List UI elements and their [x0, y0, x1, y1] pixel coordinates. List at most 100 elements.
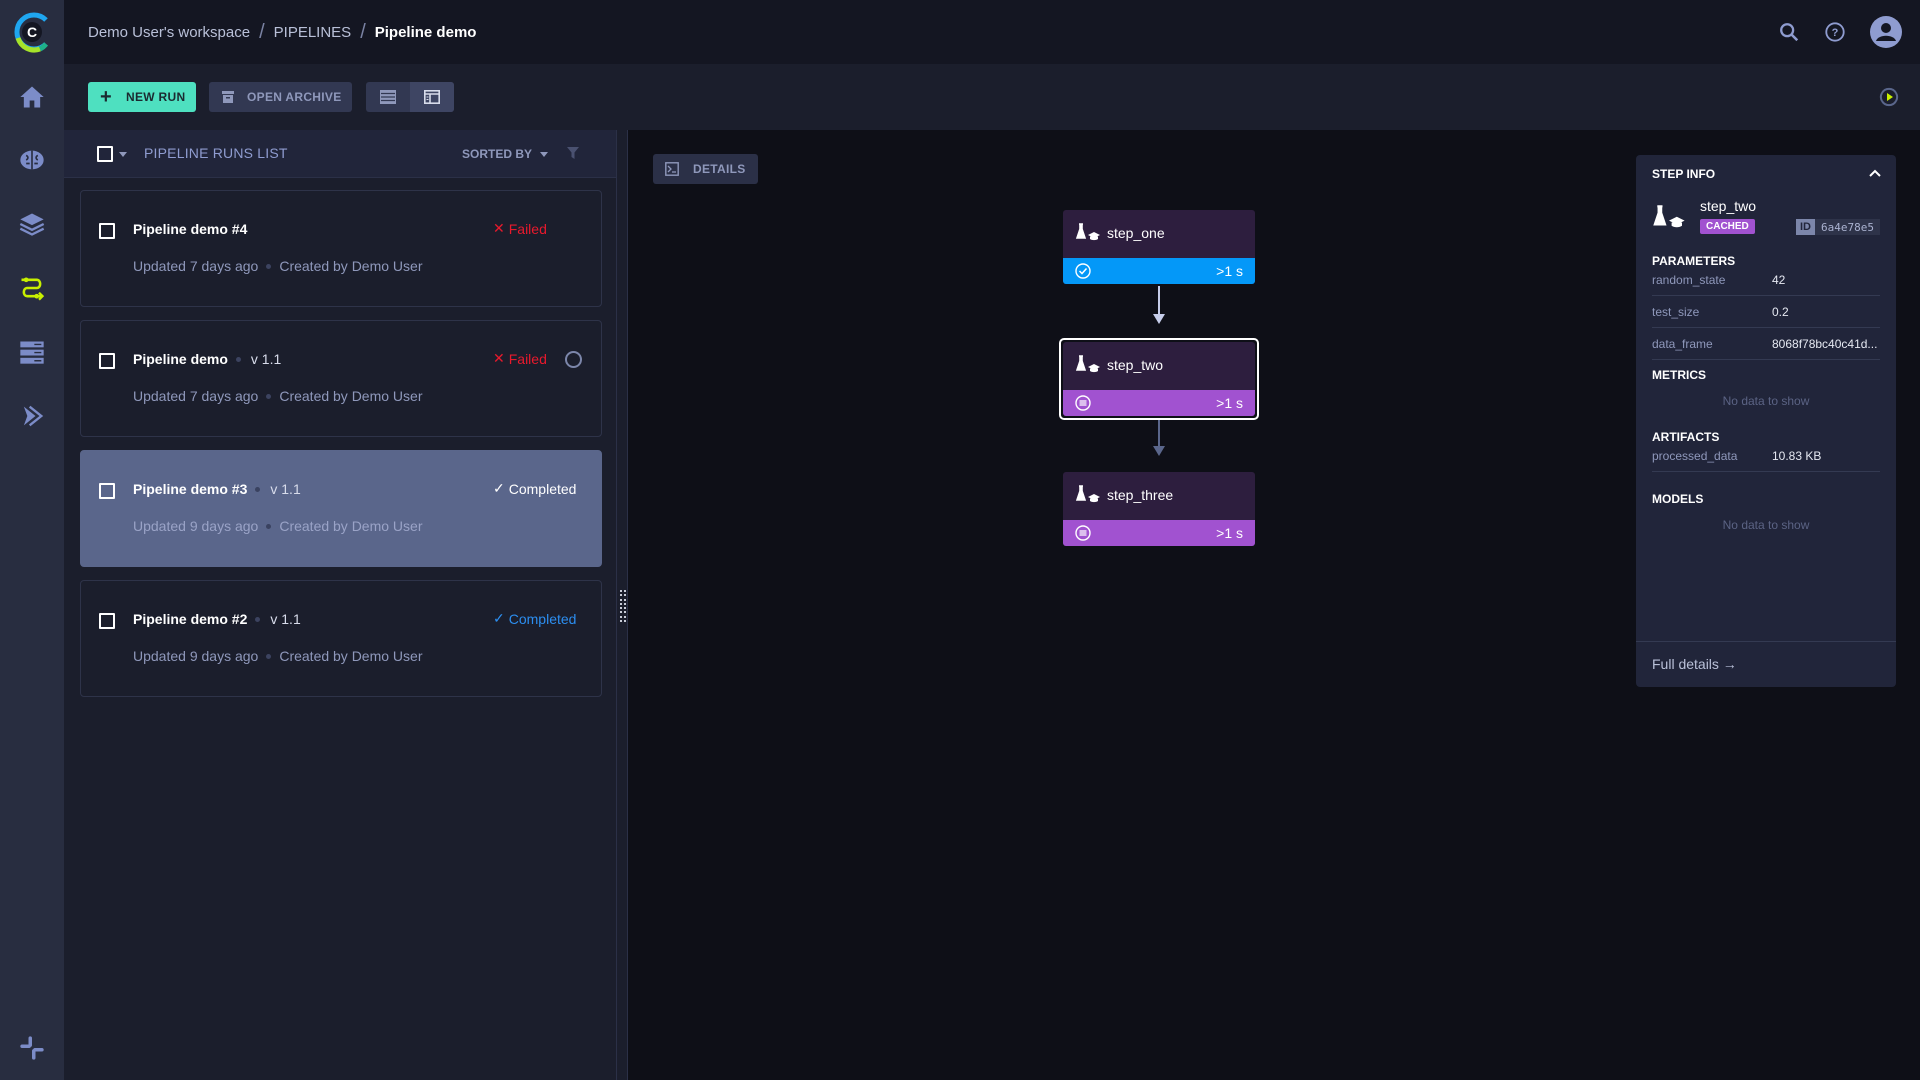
run-version: v 1.1 [270, 481, 301, 497]
meta-separator [266, 653, 272, 659]
run-radio[interactable] [565, 351, 582, 368]
sidebar-item-datasets[interactable] [0, 204, 64, 244]
details-button[interactable]: DETAILS [653, 154, 758, 184]
parameter-row: random_state 42 [1652, 264, 1880, 296]
breadcrumb-workspace[interactable]: Demo User's workspace [88, 24, 250, 41]
sidebar-item-deploy[interactable] [0, 396, 64, 436]
run-card[interactable]: Pipeline demo #2 v 1.1 ✓ Completed Updat… [80, 580, 602, 697]
rerun-button[interactable] [1876, 84, 1902, 110]
parameter-row: data_frame 8068f78bc40c41d... [1652, 328, 1880, 360]
sidebar-item-pipelines[interactable] [0, 268, 64, 308]
run-meta: Updated 7 days ago Created by Demo User [133, 258, 423, 274]
header-actions: ? [1778, 0, 1902, 64]
details-view-button[interactable] [410, 82, 454, 112]
profile-button[interactable] [1870, 16, 1902, 48]
node-header: step_one [1063, 210, 1255, 256]
step-id-tag[interactable]: ID 6a4e78e5 [1796, 219, 1880, 235]
sidebar: C [0, 0, 64, 1080]
name-separator [255, 486, 261, 492]
dag-node-step-two[interactable]: step_two >1 s [1063, 342, 1255, 416]
sidebar-item-slack[interactable] [0, 1028, 64, 1068]
select-menu-chevron-icon[interactable] [119, 152, 127, 157]
full-details-link[interactable]: Full details → [1652, 656, 1737, 672]
filter-button[interactable] [566, 146, 580, 165]
step-flask-icon [1652, 205, 1686, 236]
step-flask-icon [1075, 355, 1100, 373]
dag-canvas: DETAILS step_one >1 s step_two >1 s step… [628, 130, 1920, 1080]
run-checkbox[interactable] [99, 353, 115, 369]
meta-separator [266, 393, 272, 399]
param-value: 0.2 [1772, 304, 1789, 319]
id-label: ID [1796, 219, 1815, 235]
run-name: Pipeline demo #3 [133, 481, 248, 497]
app-root: C Demo User's workspace / PIPELINES / Pi… [0, 0, 1920, 1080]
artifact-row[interactable]: processed_data 10.83 KB [1652, 440, 1880, 472]
run-card[interactable]: Pipeline demo #4 ✕ Failed Updated 7 days… [80, 190, 602, 307]
table-view-button[interactable] [366, 82, 410, 112]
slack-icon [20, 1036, 44, 1060]
run-checkbox[interactable] [99, 223, 115, 239]
run-name: Pipeline demo #4 [133, 221, 248, 237]
step-duration: >1 s [1216, 263, 1243, 279]
dag-node-step-three[interactable]: step_three >1 s [1063, 472, 1255, 546]
edge-arrow-icon [1153, 446, 1165, 456]
new-run-label: NEW RUN [125, 90, 186, 104]
cached-badge: CACHED [1700, 219, 1755, 234]
help-icon: ? [1825, 22, 1845, 42]
run-name: Pipeline demo [133, 351, 228, 367]
param-value: 42 [1772, 272, 1786, 287]
sort-label: SORTED BY [462, 147, 533, 161]
terminal-icon [665, 162, 679, 176]
check-icon: ✓ [493, 480, 505, 496]
search-button[interactable] [1778, 21, 1800, 43]
status-badge: ✕ Failed [493, 350, 547, 367]
sidebar-item-orchestration[interactable] [0, 332, 64, 372]
archive-icon [222, 91, 234, 103]
chevron-up-icon [1869, 169, 1881, 177]
panel-resize-handle[interactable] [616, 130, 628, 1080]
run-meta: Updated 9 days ago Created by Demo User [133, 648, 423, 664]
list-header: PIPELINE RUNS LIST SORTED BY [64, 130, 616, 178]
sidebar-item-models[interactable] [0, 140, 64, 180]
new-run-button[interactable]: + NEW RUN [88, 82, 196, 112]
dag-node-step-one[interactable]: step_one >1 s [1063, 210, 1255, 284]
node-header: step_three [1063, 472, 1255, 518]
step-info-name: step_two [1700, 198, 1757, 214]
run-name-row: Pipeline demo #4 [133, 221, 247, 237]
sidebar-item-home[interactable] [0, 77, 64, 117]
check-icon: ✓ [493, 610, 505, 626]
node-status-bar: >1 s [1063, 258, 1255, 284]
svg-text:C: C [27, 24, 37, 40]
step-flask-icon [1075, 223, 1100, 241]
open-archive-button[interactable]: OPEN ARCHIVE [209, 82, 352, 112]
step-duration: >1 s [1216, 395, 1243, 411]
help-button[interactable]: ? [1824, 21, 1846, 43]
status-text: Completed [508, 610, 577, 627]
plus-icon: + [100, 86, 112, 108]
collapse-button[interactable] [1868, 165, 1882, 183]
run-meta: Updated 9 days ago Created by Demo User [133, 518, 423, 534]
step-info-footer: Full details → [1636, 641, 1896, 687]
run-checkbox[interactable] [99, 613, 115, 629]
run-checkbox[interactable] [99, 483, 115, 499]
open-archive-label: OPEN ARCHIVE [247, 90, 342, 104]
user-avatar-icon [1870, 16, 1902, 48]
run-name-row: Pipeline demo #2 v 1.1 [133, 611, 301, 627]
step-name: step_three [1107, 487, 1174, 503]
view-toggle [366, 82, 454, 112]
run-card[interactable]: Pipeline demo v 1.1 ✕ Failed Updated 7 d… [80, 320, 602, 437]
logo[interactable]: C [0, 0, 64, 64]
x-icon: ✕ [493, 350, 505, 366]
run-name: Pipeline demo #2 [133, 611, 248, 627]
node-header: step_two [1063, 342, 1255, 388]
breadcrumb-pipelines[interactable]: PIPELINES [274, 24, 352, 41]
breadcrumb-separator: / [259, 20, 265, 43]
metrics-empty: No data to show [1722, 394, 1810, 408]
refresh-play-icon [1879, 87, 1899, 107]
sort-dropdown[interactable]: SORTED BY [462, 147, 549, 161]
forward-icon [23, 405, 44, 427]
filter-icon [567, 147, 579, 159]
run-card-selected[interactable]: Pipeline demo #3 v 1.1 ✓ Completed Updat… [80, 450, 602, 567]
logo-icon: C [14, 12, 48, 53]
select-all-checkbox[interactable] [97, 146, 113, 162]
